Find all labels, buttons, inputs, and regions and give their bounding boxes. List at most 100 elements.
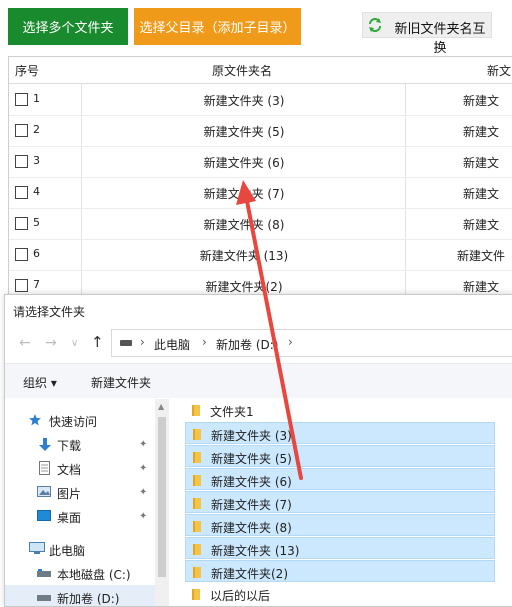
file-list: 文件夹1 新建文件夹 (3) 新建文件夹 (5) 新建文件夹 (6) 新建文件夹…	[185, 399, 512, 606]
row-number: 5	[33, 216, 40, 229]
new-name: 新建文	[462, 156, 499, 170]
nav-drive-d[interactable]: 新加卷 (D:)	[57, 590, 119, 607]
drive-icon	[37, 595, 51, 601]
row-checkbox[interactable]	[15, 248, 28, 261]
breadcrumb-drive-d[interactable]: 新加卷 (D:)	[216, 336, 278, 353]
computer-icon	[29, 542, 45, 554]
address-bar[interactable]: › 此电脑 › 新加卷 (D:) ›	[111, 329, 512, 357]
navigation-scrollbar[interactable]: ▲	[155, 399, 169, 606]
row-number: 6	[33, 247, 40, 260]
nav-desktop[interactable]: 桌面	[57, 509, 81, 526]
table-header: 序号 原文件夹名 新文	[9, 57, 512, 84]
folder-name: 新建文件夹 (13)	[211, 544, 300, 558]
folder-item[interactable]: 新建文件夹 (13)	[185, 537, 495, 559]
folder-table: 序号 原文件夹名 新文 1 新建文件夹 (3) 新建文 2 新建文件夹 (5) …	[8, 56, 512, 297]
folder-item[interactable]: 新建文件夹 (3)	[185, 422, 495, 444]
new-name: 新建文件	[456, 249, 505, 263]
folder-item[interactable]: 新建文件夹 (7)	[185, 491, 495, 513]
row-checkbox[interactable]	[15, 217, 28, 230]
toolbar: 选择多个文件夹 选择父目录（添加子目录） 新旧文件夹名互换	[0, 0, 512, 56]
row-checkbox[interactable]	[15, 155, 28, 168]
drive-icon	[37, 569, 51, 577]
original-name: 新建文件夹 (6)	[203, 156, 285, 170]
nav-quick-access[interactable]: 快速访问	[49, 413, 97, 430]
folder-name: 新建文件夹 (7)	[211, 498, 292, 512]
header-seq: 序号	[15, 64, 40, 78]
select-parent-button[interactable]: 选择父目录（添加子目录）	[134, 8, 301, 45]
swap-names-label: 新旧文件夹名互换	[394, 22, 486, 56]
nav-this-pc[interactable]: 此电脑	[49, 542, 85, 559]
folder-item[interactable]: 新建文件夹 (8)	[185, 514, 495, 536]
table-row[interactable]: 6 新建文件夹 (13) 新建文件	[9, 239, 512, 271]
back-arrow-icon[interactable]: ←	[19, 335, 31, 351]
row-checkbox[interactable]	[15, 279, 28, 292]
nav-downloads[interactable]: 下载	[57, 437, 81, 454]
original-name: 新建文件夹 (8)	[203, 218, 285, 232]
folder-icon	[193, 567, 201, 578]
desktop-icon	[37, 510, 51, 521]
table-row[interactable]: 1 新建文件夹 (3) 新建文	[9, 84, 512, 116]
scrollbar-thumb[interactable]	[158, 417, 166, 577]
download-icon	[39, 438, 51, 451]
organize-menu[interactable]: 组织 ▾	[23, 374, 57, 391]
breadcrumb-this-pc[interactable]: 此电脑	[154, 336, 190, 353]
table-row[interactable]: 5 新建文件夹 (8) 新建文	[9, 208, 512, 240]
new-name: 新建文	[462, 280, 499, 294]
original-name: 新建文件夹 (7)	[203, 187, 285, 201]
folder-icon	[193, 475, 201, 486]
pin-icon: ✦	[139, 487, 148, 498]
document-icon	[39, 461, 50, 475]
folder-item[interactable]: 新建文件夹 (6)	[185, 468, 495, 490]
navigation-bar: ← → ∨ ↑ › 此电脑 › 新加卷 (D:) ›	[5, 325, 512, 361]
row-number: 3	[33, 154, 40, 167]
nav-drive-c[interactable]: 本地磁盘 (C:)	[57, 566, 131, 583]
up-arrow-icon[interactable]: ↑	[91, 333, 104, 351]
row-number: 7	[33, 278, 40, 291]
table-row[interactable]: 7 新建文件夹(2) 新建文	[9, 270, 512, 297]
folder-icon	[192, 405, 200, 416]
star-icon	[29, 414, 41, 426]
folder-icon	[193, 544, 201, 555]
row-checkbox[interactable]	[15, 93, 28, 106]
scroll-up-arrow-icon[interactable]: ▲	[158, 402, 164, 411]
original-name: 新建文件夹 (13)	[199, 249, 289, 263]
pin-icon: ✦	[139, 511, 148, 522]
drive-icon	[120, 340, 132, 346]
row-checkbox[interactable]	[15, 124, 28, 137]
folder-item[interactable]: 新建文件夹(2)	[185, 560, 495, 582]
folder-icon	[193, 429, 201, 440]
folder-item[interactable]: 文件夹1	[185, 399, 495, 421]
folder-item[interactable]: 以后的以后	[185, 583, 495, 605]
folder-name: 新建文件夹 (8)	[211, 521, 292, 535]
folder-name: 新建文件夹 (5)	[211, 452, 292, 466]
forward-arrow-icon[interactable]: →	[45, 335, 57, 351]
dialog-title: 请选择文件夹	[13, 305, 86, 319]
folder-icon	[193, 498, 201, 509]
swap-names-button[interactable]: 新旧文件夹名互换	[362, 12, 492, 56]
row-number: 4	[33, 185, 40, 198]
table-row[interactable]: 2 新建文件夹 (5) 新建文	[9, 115, 512, 147]
select-folders-button[interactable]: 选择多个文件夹	[8, 8, 128, 45]
navigation-pane: 快速访问 下载 ✦ 文档 ✦ 图片 ✦ 桌面 ✦ 此电脑 本地磁盘 (C:) 新…	[5, 399, 155, 606]
new-folder-button[interactable]: 新建文件夹	[91, 374, 151, 391]
original-name: 新建文件夹 (3)	[203, 94, 285, 108]
folder-name: 新建文件夹 (3)	[211, 429, 292, 443]
chevron-down-icon[interactable]: ∨	[71, 338, 78, 349]
picture-icon	[37, 486, 51, 497]
nav-documents[interactable]: 文档	[57, 461, 81, 478]
table-row[interactable]: 3 新建文件夹 (6) 新建文	[9, 146, 512, 178]
header-original: 原文件夹名	[212, 64, 273, 78]
new-name: 新建文	[462, 94, 499, 108]
folder-name: 文件夹1	[210, 405, 254, 419]
breadcrumb-separator: ›	[288, 335, 293, 349]
row-checkbox[interactable]	[15, 186, 28, 199]
pin-icon: ✦	[139, 463, 148, 474]
folder-item[interactable]: 新建文件夹 (5)	[185, 445, 495, 467]
folder-picker-dialog: 请选择文件夹 ← → ∨ ↑ › 此电脑 › 新加卷 (D:) › 组织 ▾ 新…	[4, 294, 512, 607]
table-row[interactable]: 4 新建文件夹 (7) 新建文	[9, 177, 512, 209]
pin-icon: ✦	[139, 439, 148, 450]
new-name: 新建文	[462, 125, 499, 139]
nav-pictures[interactable]: 图片	[57, 485, 81, 502]
original-name: 新建文件夹(2)	[205, 280, 283, 294]
refresh-icon	[369, 18, 381, 32]
